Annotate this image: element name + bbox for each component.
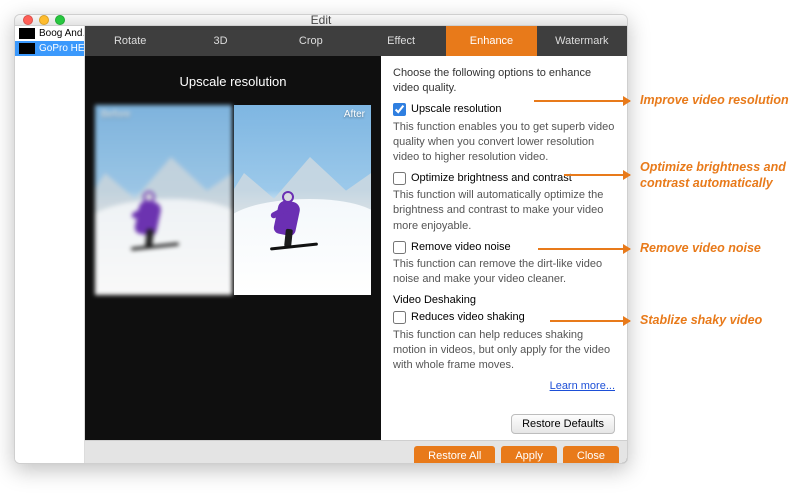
sidebar-item-label: Boog And… — [39, 28, 84, 39]
preview-after: After — [234, 105, 371, 295]
tab-bar: Rotate 3D Crop Effect Enhance Watermark — [85, 26, 627, 56]
checkbox-upscale[interactable] — [393, 103, 406, 116]
tab-watermark[interactable]: Watermark — [537, 26, 627, 56]
preview-before: Before — [95, 105, 232, 295]
restore-all-button[interactable]: Restore All — [414, 446, 495, 464]
sidebar-item[interactable]: GoPro HE… — [15, 41, 84, 56]
opt-deshake-desc: This function can help reduces shaking m… — [393, 328, 615, 374]
opt-upscale-desc: This function enables you to get superb … — [393, 120, 615, 166]
apply-button[interactable]: Apply — [501, 446, 557, 464]
callout-noise: Remove video noise — [640, 241, 761, 257]
close-button[interactable]: Close — [563, 446, 619, 464]
checkbox-deshake[interactable] — [393, 311, 406, 324]
opt-deshake[interactable]: Reduces video shaking — [393, 310, 615, 325]
file-sidebar: Boog And… GoPro HE… — [15, 26, 85, 464]
restore-defaults-button[interactable]: Restore Defaults — [511, 414, 615, 434]
thumbnail-icon — [19, 28, 35, 39]
after-label: After — [344, 109, 365, 120]
panel-intro: Choose the following options to enhance … — [393, 66, 615, 96]
tab-3d[interactable]: 3D — [175, 26, 265, 56]
opt-brightness-label: Optimize brightness and contrast — [411, 171, 572, 186]
editor-area: Rotate 3D Crop Effect Enhance Watermark … — [85, 26, 627, 464]
opt-brightness-desc: This function will automatically optimiz… — [393, 188, 615, 234]
callout-deshake: Stablize shaky video — [640, 313, 762, 329]
opt-noise-label: Remove video noise — [411, 240, 511, 255]
sidebar-item-label: GoPro HE… — [39, 43, 84, 54]
deshake-heading: Video Deshaking — [393, 293, 615, 308]
opt-noise-desc: This function can remove the dirt-like v… — [393, 257, 615, 287]
before-label: Before — [101, 109, 130, 120]
tab-crop[interactable]: Crop — [266, 26, 356, 56]
arrow-icon — [564, 174, 630, 176]
arrow-icon — [538, 248, 630, 250]
sidebar-item[interactable]: Boog And… — [15, 26, 84, 41]
preview-pane: Upscale resolution Before — [85, 56, 381, 440]
thumbnail-icon — [19, 43, 35, 54]
arrow-icon — [550, 320, 630, 322]
checkbox-brightness[interactable] — [393, 172, 406, 185]
bottom-bar: Restore All Apply Close — [85, 440, 627, 464]
tab-rotate[interactable]: Rotate — [85, 26, 175, 56]
opt-upscale-label: Upscale resolution — [411, 102, 502, 117]
preview-heading: Upscale resolution — [95, 74, 371, 89]
checkbox-noise[interactable] — [393, 241, 406, 254]
callout-brightness: Optimize brightness and contrast automat… — [640, 160, 800, 191]
titlebar: Edit — [15, 15, 627, 26]
opt-upscale[interactable]: Upscale resolution — [393, 102, 615, 117]
arrow-icon — [534, 100, 630, 102]
callout-upscale: Improve video resolution — [640, 93, 789, 109]
learn-more-link[interactable]: Learn more... — [550, 379, 615, 394]
tab-enhance[interactable]: Enhance — [446, 26, 536, 56]
edit-window: Edit Boog And… GoPro HE… Rotate 3D Crop — [14, 14, 628, 464]
opt-deshake-label: Reduces video shaking — [411, 310, 525, 325]
tab-effect[interactable]: Effect — [356, 26, 446, 56]
window-title: Edit — [15, 14, 627, 27]
